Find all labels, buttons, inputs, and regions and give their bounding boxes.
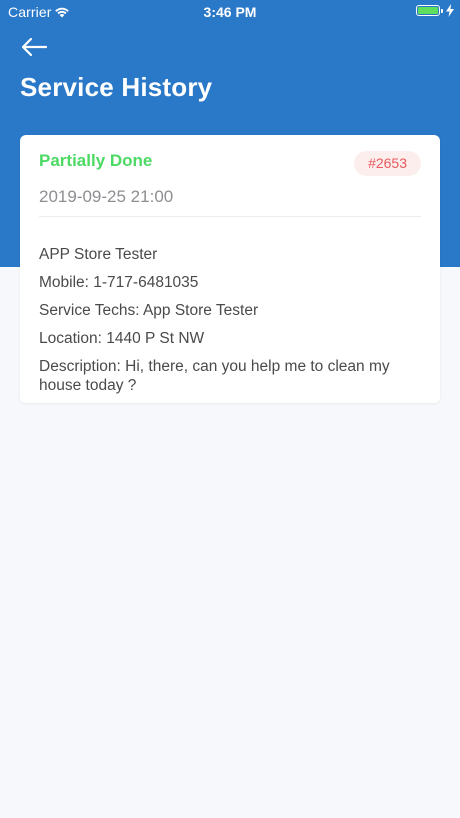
battery-icon [416, 5, 443, 16]
service-details: APP Store Tester Mobile: 1-717-6481035 S… [39, 245, 419, 404]
service-datetime: 2019-09-25 21:00 [39, 187, 174, 206]
customer-mobile: Mobile: 1-717-6481035 [39, 274, 199, 291]
service-techs: Service Techs: App Store Tester [39, 302, 259, 319]
clock-time: 3:46 PM [203, 4, 257, 20]
service-card[interactable]: Partially Done #2653 2019-09-25 21:00 AP… [20, 135, 440, 403]
page-title: Service History [20, 72, 213, 102]
status-bar: Carrier 3:46 PM [0, 0, 460, 24]
service-status: Partially Done [39, 151, 153, 170]
customer-name: APP Store Tester [39, 246, 158, 263]
order-id-badge: #2653 [354, 151, 421, 176]
service-location: Location: 1440 P St NW [39, 330, 205, 347]
back-button[interactable] [20, 36, 48, 58]
arrow-left-icon [21, 37, 48, 57]
service-description: Description: Hi, there, can you help me … [39, 358, 390, 394]
divider [39, 216, 421, 217]
bolt-icon [446, 4, 454, 20]
